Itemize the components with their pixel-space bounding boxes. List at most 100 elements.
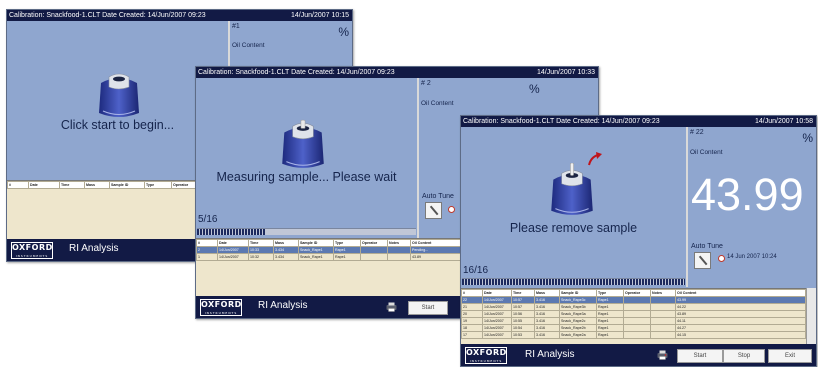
table-cell: 1 (196, 253, 218, 261)
table-cell: Snack_Rape2a (559, 331, 597, 339)
auto-tune-date: 14 Jun 2007 10:24 (727, 254, 777, 260)
column-header[interactable]: Sample ID (559, 289, 597, 297)
column-header[interactable]: Type (144, 181, 172, 189)
analyser-instrument-icon (551, 163, 593, 215)
table-cell: 20 (461, 310, 483, 318)
column-header[interactable]: Notes (650, 289, 676, 297)
printer-icon[interactable] (657, 350, 668, 360)
parameter-label: Oil Content (690, 149, 723, 156)
screen-remove-sample: Calibration: Snackfood-1.CLT Date Create… (460, 115, 817, 367)
table-cell: 44.11 (675, 317, 806, 325)
parameter-label: Oil Content (232, 42, 265, 49)
logo-subtext: INSTRUMENTS (204, 311, 238, 315)
table-cell (623, 331, 651, 339)
table-row[interactable]: 22 14/Jun/2007 10:57 3.416 Snack_Rape3c … (461, 296, 806, 304)
table-cell (387, 253, 411, 261)
datetime: 14/Jun/2007 10:58 (755, 118, 813, 125)
oxford-logo: OXFORD INSTRUMENTS (11, 242, 53, 259)
auto-tune-button[interactable] (694, 252, 711, 269)
title-bar: Calibration: Snackfood-1.CLT Date Create… (196, 67, 598, 78)
app-title: RI Analysis (69, 243, 119, 254)
table-cell: Rape1 (596, 296, 624, 304)
table-scrollbar[interactable] (806, 288, 816, 344)
column-header[interactable]: Notes (387, 239, 411, 247)
start-button[interactable]: Start (677, 349, 723, 363)
column-header[interactable]: Operator (623, 289, 651, 297)
remove-arrow-icon (588, 152, 602, 166)
table-cell: Rape1 (596, 324, 624, 332)
table-cell: 2 (196, 246, 218, 254)
table-cell (650, 296, 676, 304)
main-panel: Measuring sample... Please wait 5/16 (196, 78, 417, 238)
start-button[interactable]: Start (408, 301, 448, 315)
column-header[interactable]: Time (248, 239, 274, 247)
sample-number: # 22 (690, 129, 704, 136)
column-header[interactable]: # (196, 239, 218, 247)
logo-subtext: INSTRUMENTS (469, 359, 503, 363)
logo-text: OXFORD (12, 243, 53, 252)
table-cell (623, 324, 651, 332)
column-header[interactable]: Sample ID (109, 181, 145, 189)
column-header[interactable]: Time (59, 181, 85, 189)
table-cell: 14/Jun/2007 (482, 303, 512, 311)
table-cell (650, 303, 676, 311)
table-cell: Rape1 (333, 246, 361, 254)
table-cell (360, 253, 388, 261)
table-cell (650, 331, 676, 339)
printer-icon[interactable] (386, 302, 397, 312)
column-header[interactable]: Oil Content (675, 289, 806, 297)
column-header[interactable]: Type (333, 239, 361, 247)
sample-number: # 2 (421, 80, 431, 87)
column-header[interactable]: Sample ID (298, 239, 334, 247)
table-cell (623, 310, 651, 318)
table-row[interactable]: 18 14/Jun/2007 10:54 3.416 Snack_Rape2b … (461, 324, 806, 332)
column-header[interactable]: Date (482, 289, 512, 297)
app-title: RI Analysis (525, 349, 575, 360)
column-header[interactable]: # (7, 181, 29, 189)
column-header[interactable]: Type (596, 289, 624, 297)
table-cell: Rape1 (596, 310, 624, 318)
table-cell (623, 317, 651, 325)
table-cell: 43.99 (675, 296, 806, 304)
table-cell: 10:54 (511, 324, 535, 332)
table-cell: 19 (461, 317, 483, 325)
progress-bar (462, 278, 685, 285)
sample-number: #1 (232, 23, 240, 30)
stop-button[interactable]: Stop (723, 349, 765, 363)
auto-tune-button[interactable] (425, 202, 442, 219)
column-header[interactable]: Operator (360, 239, 388, 247)
table-cell: Snack_Rape3c (559, 296, 597, 304)
column-header[interactable]: Mass (534, 289, 560, 297)
table-cell: 17 (461, 331, 483, 339)
column-header[interactable]: Mass (84, 181, 110, 189)
status-message: Please remove sample (509, 221, 638, 235)
table-cell: 3.416 (534, 331, 560, 339)
progress-bar (197, 228, 416, 235)
column-header[interactable]: # (461, 289, 483, 297)
analyser-instrument-icon (282, 119, 324, 168)
auto-tune-label: Auto Tune (422, 193, 454, 200)
column-header[interactable]: Date (217, 239, 249, 247)
column-header[interactable]: Time (511, 289, 535, 297)
table-cell: 3.434 (273, 246, 299, 254)
table-row[interactable]: 20 14/Jun/2007 10:56 3.416 Snack_Rape3a … (461, 310, 806, 318)
table-cell: 10:57 (511, 303, 535, 311)
results-table[interactable]: # Date Time Mass Sample ID Type Operator… (461, 288, 806, 345)
table-row[interactable]: 21 14/Jun/2007 10:57 3.416 Snack_Rape3b … (461, 303, 806, 311)
table-row[interactable]: 17 14/Jun/2007 10:53 3.416 Snack_Rape2a … (461, 331, 806, 339)
table-header-row: # Date Time Mass Sample ID Type Operator… (461, 289, 806, 297)
result-value: 43.99 (691, 169, 804, 220)
table-cell: 14/Jun/2007 (482, 296, 512, 304)
column-header[interactable]: Date (28, 181, 60, 189)
table-cell (623, 296, 651, 304)
table-cell: Rape1 (596, 331, 624, 339)
table-cell: 14/Jun/2007 (482, 324, 512, 332)
exit-button[interactable]: Exit (768, 349, 812, 363)
table-cell: 10:56 (511, 310, 535, 318)
table-cell: Snack_Rape2c (559, 317, 597, 325)
table-row[interactable]: 19 14/Jun/2007 10:55 3.416 Snack_Rape2c … (461, 317, 806, 325)
table-cell (360, 246, 388, 254)
table-cell: 14/Jun/2007 (217, 253, 249, 261)
column-header[interactable]: Mass (273, 239, 299, 247)
table-cell: 10:57 (511, 296, 535, 304)
